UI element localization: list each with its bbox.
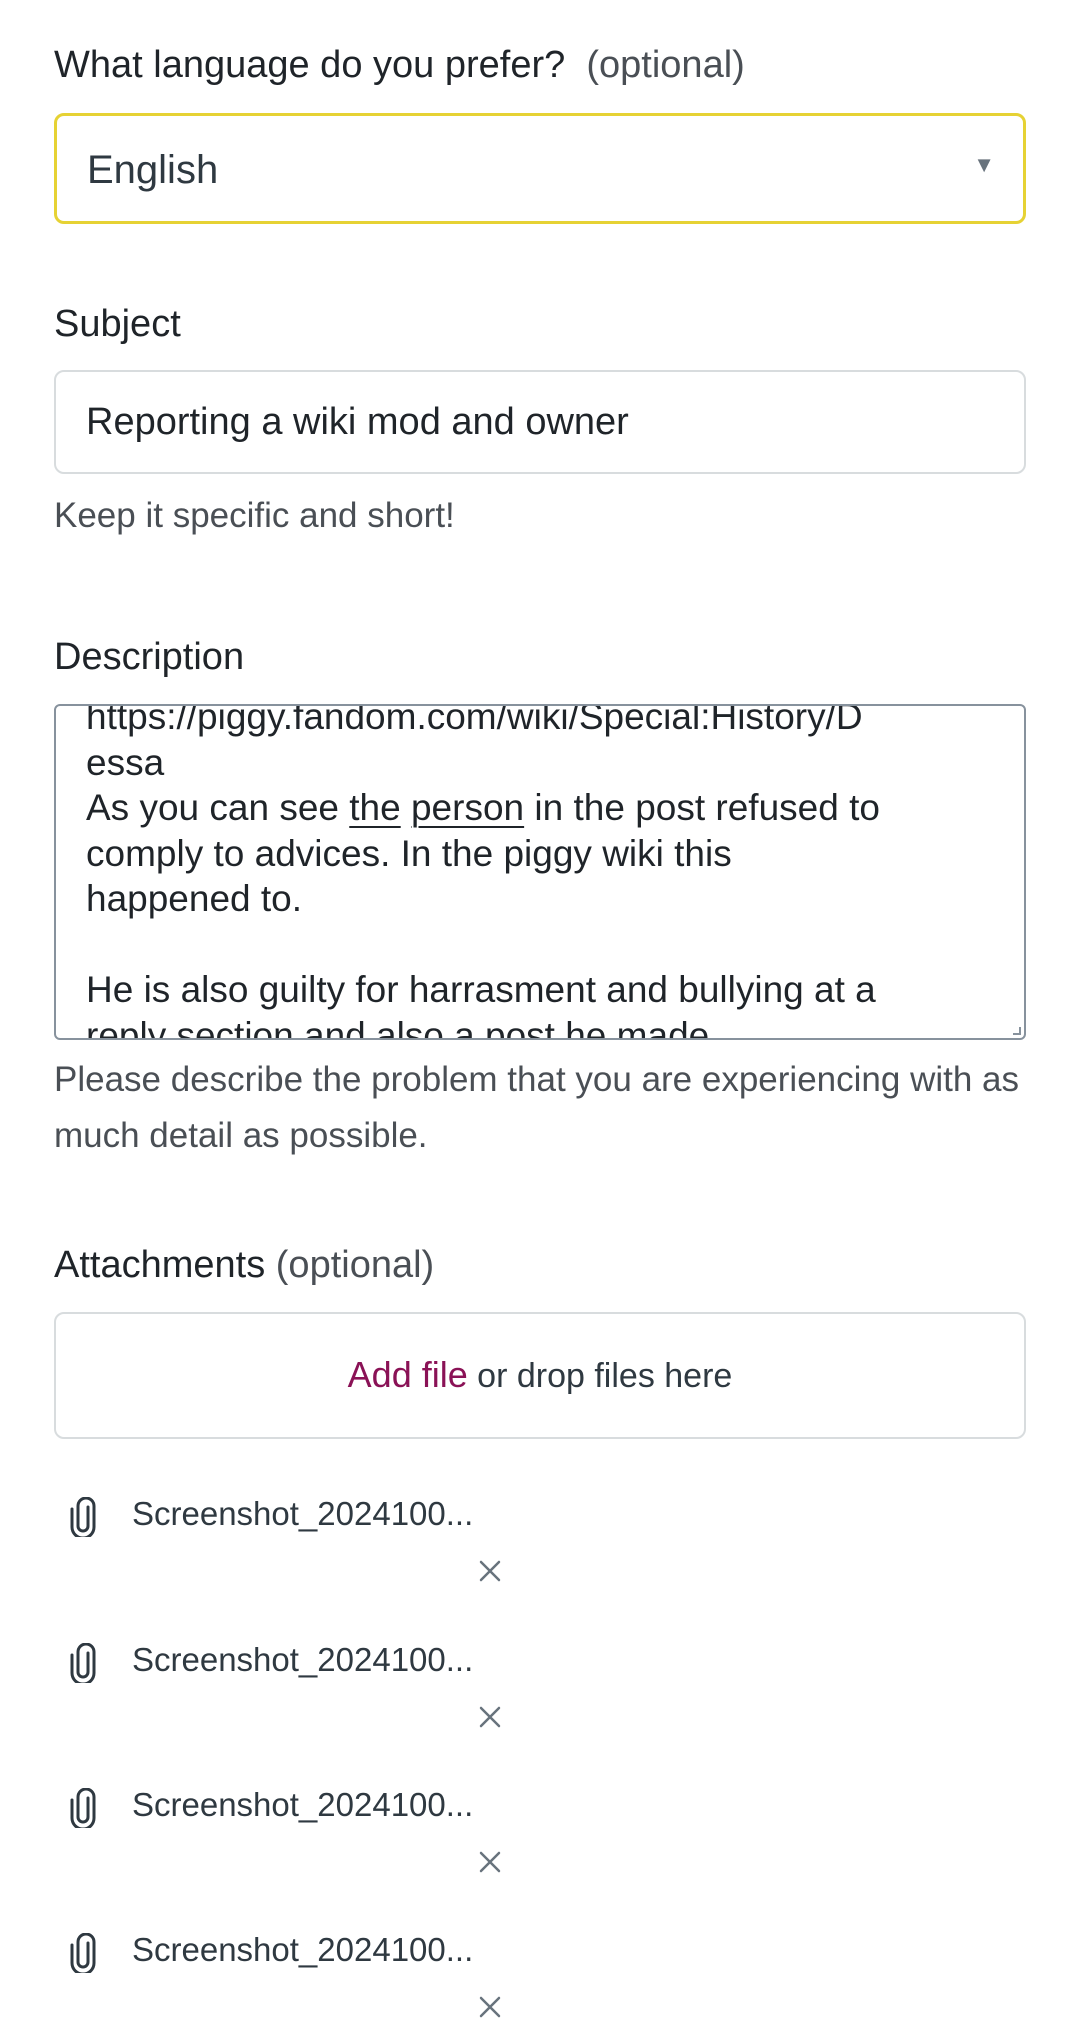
- description-line: comply to advices. In the piggy wiki thi…: [86, 832, 732, 874]
- resize-handle-icon[interactable]: [1013, 1027, 1021, 1035]
- description-line: https://piggy.fandom.com/wiki/Special:Hi…: [86, 704, 863, 737]
- language-optional-text: (optional): [586, 44, 745, 86]
- subject-hint: Keep it specific and short!: [54, 496, 455, 535]
- text-run: As you can see: [86, 787, 350, 828]
- dropzone-text: Add file or drop files here: [56, 1354, 1024, 1396]
- description-textarea[interactable]: https://piggy.fandom.com/wiki/Special:Hi…: [54, 704, 1026, 1040]
- subject-input[interactable]: Reporting a wiki mod and owner: [54, 370, 1026, 474]
- attachment-item: Screenshot_2024100...: [54, 1485, 554, 1605]
- description-label: Description: [54, 636, 245, 678]
- paperclip-icon: [70, 1497, 96, 1537]
- text-run: in the post refused to: [524, 787, 880, 828]
- spellcheck-word: the: [349, 787, 401, 828]
- attachment-filename: Screenshot_2024100...: [132, 1931, 474, 1968]
- file-dropzone[interactable]: Add file or drop files here: [54, 1312, 1026, 1439]
- attachment-item: Screenshot_2024100...: [54, 1631, 554, 1751]
- add-file-link[interactable]: Add file: [348, 1354, 468, 1395]
- paperclip-icon: [70, 1933, 96, 1973]
- attachments-label: Attachments (optional): [54, 1244, 434, 1287]
- description-line: reply section and also a post he made: [86, 1014, 710, 1040]
- subject-label: Subject: [54, 303, 181, 345]
- close-icon[interactable]: [478, 1850, 502, 1874]
- attachment-item: Screenshot_2024100...: [54, 1776, 554, 1896]
- attachment-filename: Screenshot_2024100...: [132, 1786, 474, 1823]
- description-line: As you can see the person in the post re…: [86, 785, 994, 831]
- drop-files-text: or drop files here: [467, 1357, 733, 1395]
- description-text: https://piggy.fandom.com/wiki/Special:Hi…: [86, 704, 994, 1040]
- close-icon[interactable]: [478, 1995, 502, 2019]
- description-line: essa: [86, 741, 165, 783]
- attachment-filename: Screenshot_2024100...: [132, 1495, 474, 1532]
- attachment-filename: Screenshot_2024100...: [132, 1641, 474, 1678]
- paperclip-icon: [70, 1788, 96, 1828]
- language-label-text: What language do you prefer?: [54, 44, 566, 86]
- description-line: He is also guilty for harrasment and bul…: [86, 969, 876, 1010]
- attachments-optional-text: (optional): [275, 1244, 435, 1286]
- language-select[interactable]: English ▼: [54, 113, 1026, 224]
- attachments-label-text: Attachments: [54, 1244, 266, 1286]
- spellcheck-word: person: [410, 787, 525, 828]
- subject-input-value: Reporting a wiki mod and owner: [86, 401, 629, 443]
- close-icon[interactable]: [478, 1705, 502, 1729]
- description-line: [86, 922, 994, 968]
- support-request-form: What language do you prefer? (optional) …: [0, 0, 1080, 2022]
- triangle-down-icon: ▼: [973, 152, 995, 177]
- language-selected-value: English: [87, 148, 219, 192]
- description-hint: Please describe the problem that you are…: [54, 1060, 1019, 1155]
- text-run: [401, 787, 411, 828]
- description-line: happened to.: [86, 878, 303, 919]
- close-icon[interactable]: [478, 1559, 502, 1583]
- attachment-item: Screenshot_2024100...: [54, 1921, 554, 2022]
- paperclip-icon: [70, 1643, 96, 1683]
- language-label: What language do you prefer? (optional): [54, 44, 745, 87]
